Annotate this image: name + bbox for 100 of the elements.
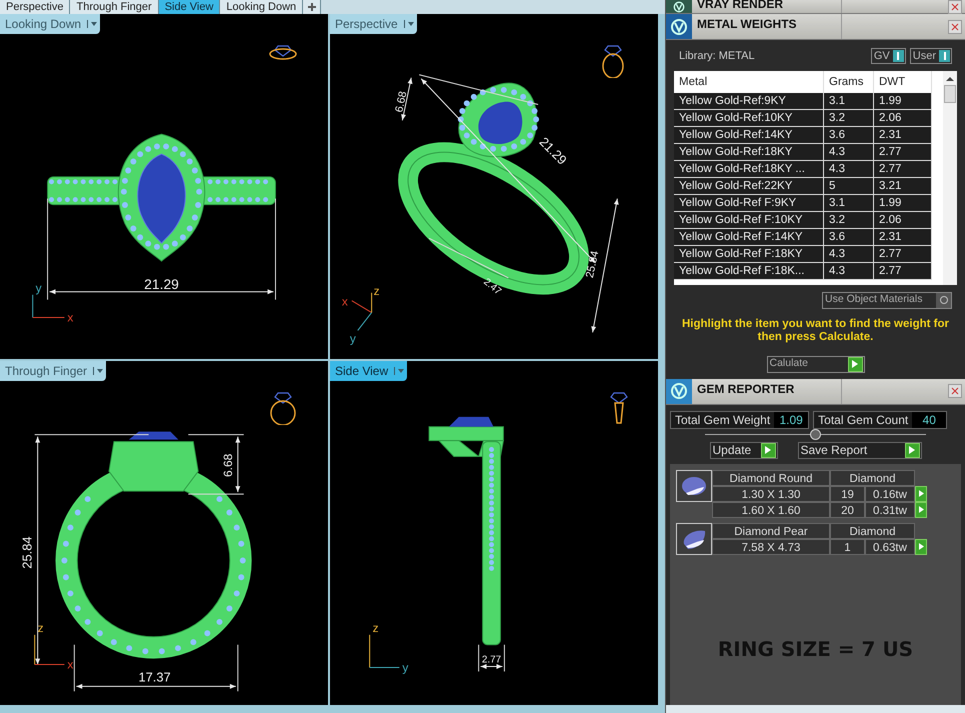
- table-cell[interactable]: Yellow Gold-Ref:9KY: [674, 92, 824, 110]
- panel-title: METAL WEIGHTS: [692, 14, 842, 39]
- table-cell[interactable]: 3.2: [824, 110, 874, 126]
- viewport-label: Looking Down: [5, 16, 82, 33]
- table-cell[interactable]: 3.2: [824, 212, 874, 228]
- scrollbar-thumb[interactable]: [944, 84, 956, 102]
- play-icon: [918, 506, 924, 513]
- table-cell[interactable]: 2.77: [874, 246, 932, 262]
- axis-label: x: [67, 657, 74, 672]
- gem-weight: 0.31tw: [865, 502, 915, 518]
- table-cell[interactable]: 2.77: [874, 262, 932, 280]
- ring-orientation-icon: [268, 390, 298, 424]
- table-cell[interactable]: 3.6: [824, 126, 874, 144]
- table-cell[interactable]: 3.6: [824, 228, 874, 246]
- ring-orientation-icon: [268, 44, 298, 61]
- axis-label: y: [350, 331, 356, 346]
- splitter-handle[interactable]: [705, 428, 926, 440]
- view-tab[interactable]: Perspective: [0, 0, 70, 14]
- table-cell[interactable]: Yellow Gold-Ref F:18K...: [674, 262, 824, 280]
- close-button[interactable]: [948, 384, 962, 398]
- axis-indicator-drawing: [351, 292, 372, 331]
- dimension-label: 2.47: [481, 276, 504, 298]
- close-icon: [951, 2, 959, 10]
- gem-weight: 0.63tw: [865, 538, 915, 554]
- table-cell[interactable]: 3.1: [824, 194, 874, 212]
- table-cell[interactable]: 1.99: [874, 92, 932, 110]
- axis-label: z: [374, 284, 380, 298]
- viewport-view-menu[interactable]: Through Finger: [0, 360, 106, 380]
- viewport-view-menu[interactable]: Side View: [330, 360, 408, 380]
- axis-indicator-drawing: [34, 634, 65, 665]
- table-cell[interactable]: Yellow Gold-Ref:22KY: [674, 178, 824, 194]
- table-cell[interactable]: Yellow Gold-Ref F:18KY: [674, 246, 824, 262]
- table-cell[interactable]: 3.1: [824, 92, 874, 110]
- hint-text: Highlight the item you want to find the weight for then press Calculate.: [680, 318, 950, 344]
- caret-icon: [404, 20, 415, 28]
- scrollbar[interactable]: [943, 70, 957, 284]
- view-tab[interactable]: Looking Down: [220, 0, 304, 14]
- scroll-up-icon[interactable]: [946, 76, 954, 82]
- field-value: 40: [912, 412, 946, 428]
- play-icon: [760, 442, 776, 458]
- dimension-line: [480, 664, 503, 668]
- toggle-label: GV: [874, 49, 890, 64]
- caret-icon: [394, 366, 406, 374]
- toggle-switch[interactable]: GV: [870, 48, 906, 64]
- calculate-button[interactable]: Calulate: [766, 356, 864, 372]
- gem-thumbnail: [676, 522, 712, 554]
- play-button[interactable]: [915, 538, 927, 554]
- gem-material: Diamond: [830, 470, 915, 486]
- caret-icon: [93, 366, 104, 374]
- panel-header[interactable]: VRAY RENDER: [666, 0, 965, 14]
- table-cell[interactable]: Yellow Gold-Ref F:9KY: [674, 194, 824, 212]
- panel-header[interactable]: GEM REPORTER: [666, 378, 965, 404]
- table-cell[interactable]: 2.31: [874, 228, 932, 246]
- panel-header[interactable]: METAL WEIGHTS: [666, 14, 965, 40]
- gem-material: Diamond: [830, 522, 915, 538]
- table-cell[interactable]: Yellow Gold-Ref F:14KY: [674, 228, 824, 246]
- play-button[interactable]: [915, 486, 927, 502]
- report-button[interactable]: Update: [710, 442, 778, 458]
- axis-label: x: [342, 294, 348, 309]
- viewport-view-menu[interactable]: Looking Down: [0, 14, 100, 34]
- gem-count: 1: [830, 538, 865, 554]
- checkbox-option[interactable]: Use Object Materials: [822, 292, 952, 308]
- table-cell[interactable]: 4.3: [824, 160, 874, 178]
- table-cell[interactable]: Yellow Gold-Ref:18KY: [674, 144, 824, 160]
- close-icon: [951, 22, 959, 30]
- field-label: Total Gem Count: [817, 412, 910, 428]
- table-cell[interactable]: Yellow Gold-Ref F:10KY: [674, 212, 824, 228]
- gem-size: 1.60 X 1.60: [712, 502, 830, 518]
- viewport-view-menu[interactable]: Perspective: [330, 14, 417, 34]
- table-cell[interactable]: 4.3: [824, 262, 874, 280]
- view-tab[interactable]: Side View: [158, 0, 220, 14]
- table-cell[interactable]: 2.77: [874, 160, 932, 178]
- table-cell[interactable]: Yellow Gold-Ref:14KY: [674, 126, 824, 144]
- play-icon: [848, 356, 862, 372]
- axis-label: z: [38, 620, 44, 634]
- viewport-label: Perspective: [335, 16, 398, 33]
- gem-shape: Diamond Round: [712, 470, 830, 486]
- table-cell[interactable]: Yellow Gold-Ref:10KY: [674, 110, 824, 126]
- view-tab[interactable]: Through Finger: [70, 0, 159, 14]
- table-cell[interactable]: 1.99: [874, 194, 932, 212]
- close-button[interactable]: [948, 20, 962, 34]
- report-button[interactable]: Save Report: [798, 442, 922, 458]
- table-cell[interactable]: 2.31: [874, 126, 932, 144]
- table-cell[interactable]: 3.21: [874, 178, 932, 194]
- table-cell[interactable]: Yellow Gold-Ref:18KY ...: [674, 160, 824, 178]
- dimension-label: 17.37: [138, 668, 171, 684]
- toggle-label: User: [912, 49, 936, 64]
- table-cell[interactable]: 4.3: [824, 246, 874, 262]
- extension-line: [237, 644, 238, 692]
- table-cell[interactable]: 2.06: [874, 110, 932, 126]
- table-cell[interactable]: 2.77: [874, 144, 932, 160]
- toggle-switch[interactable]: User: [910, 48, 952, 64]
- table-cell[interactable]: 5: [824, 178, 874, 194]
- add-tab-icon[interactable]: [303, 0, 322, 14]
- table-cell[interactable]: 4.3: [824, 144, 874, 160]
- panel-title: GEM REPORTER: [692, 378, 842, 404]
- table-cell[interactable]: 2.06: [874, 212, 932, 228]
- close-icon: [951, 387, 959, 395]
- viewport-label: Side View: [335, 362, 388, 380]
- close-button[interactable]: [948, 0, 962, 14]
